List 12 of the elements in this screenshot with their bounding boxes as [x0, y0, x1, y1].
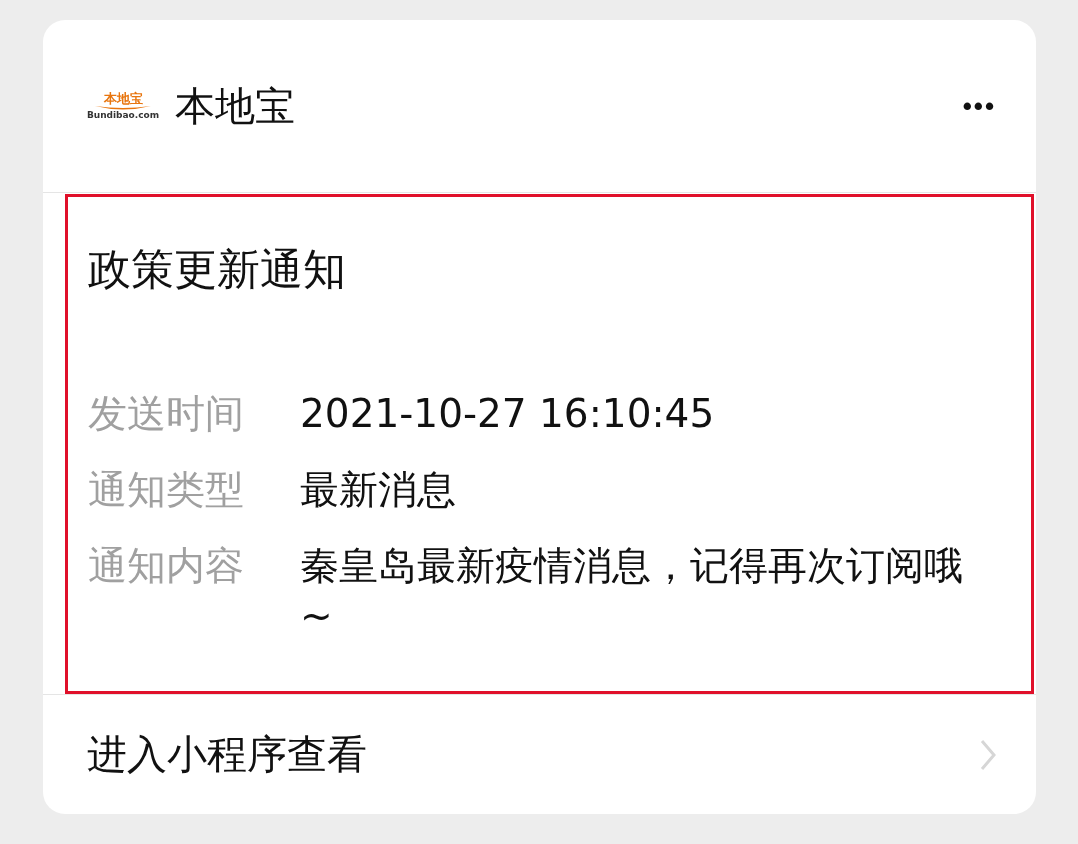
field-value: 最新消息 [300, 466, 457, 514]
field-label: 通知内容 [88, 542, 245, 590]
field-value: 秦皇岛最新疫情消息，记得再次订阅哦~ [300, 542, 964, 640]
message-title: 政策更新通知 [88, 243, 347, 296]
field-value: 2021-10-27 16:10:45 [300, 390, 716, 438]
field-label: 通知类型 [88, 466, 245, 514]
more-button[interactable]: ••• [962, 90, 996, 122]
field-label: 发送时间 [88, 390, 245, 438]
open-mini-program-link[interactable]: 进入小程序查看 [43, 694, 1036, 814]
logo: 本地宝 Bundibao.com [87, 92, 159, 120]
chevron-right-icon [980, 738, 996, 771]
account-name: 本地宝 [175, 81, 296, 131]
